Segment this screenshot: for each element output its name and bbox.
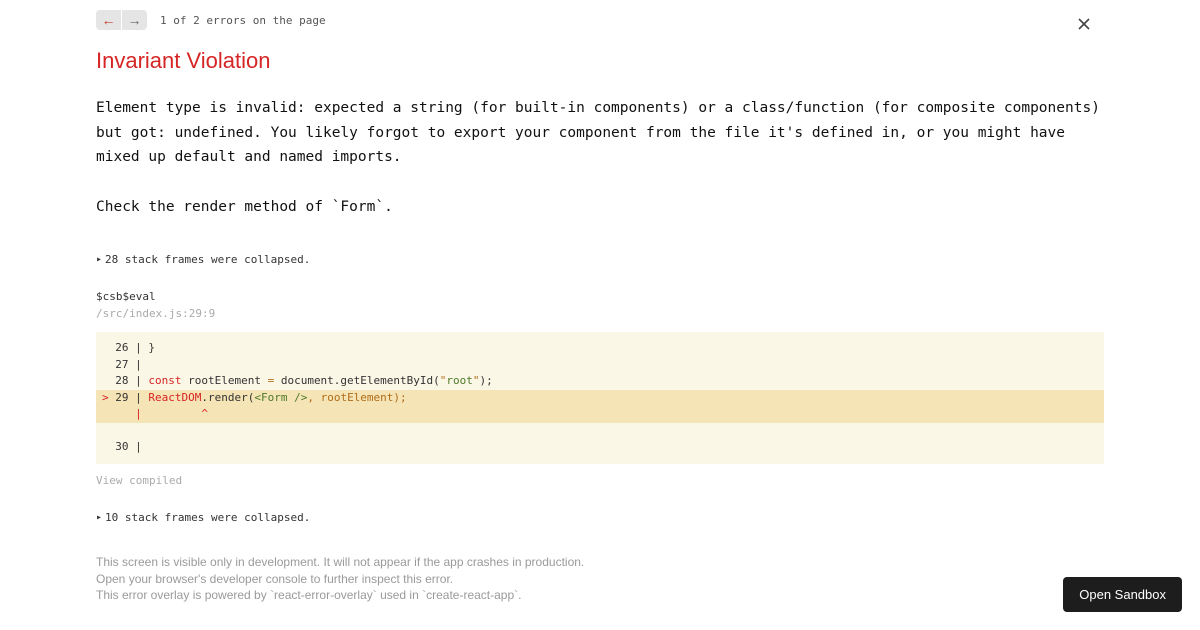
code-preview: 26 | } 27 | 28 | const rootElement = doc… [96, 332, 1104, 464]
footer-line-1: This screen is visible only in developme… [96, 554, 1104, 571]
close-button[interactable] [1074, 14, 1094, 34]
overlay-content: Invariant Violation Element type is inva… [0, 30, 1200, 604]
code-line-29: > 29 | ReactDOM.render(<Form />, rootEle… [96, 390, 1104, 407]
footer-line-3: This error overlay is powered by `react-… [96, 587, 1104, 604]
footer-line-2: Open your browser's developer console to… [96, 571, 1104, 588]
code-line-27: 27 | [102, 358, 148, 371]
open-sandbox-button[interactable]: Open Sandbox [1063, 577, 1182, 612]
stack-frame-function: $csb$eval [96, 290, 1104, 303]
stack-frame-location: /src/index.js:29:9 [96, 307, 1104, 320]
code-caret: | ^ [96, 406, 1104, 423]
collapsed-frames-1[interactable]: 28 stack frames were collapsed. [96, 253, 1104, 266]
error-title: Invariant Violation [96, 48, 1104, 74]
next-error-button[interactable]: → [122, 10, 147, 30]
code-line-28: 28 | const rootElement = document.getEle… [102, 374, 493, 387]
dev-footer-note: This screen is visible only in developme… [96, 554, 1104, 604]
close-icon [1078, 18, 1090, 30]
collapsed-frames-2-text: 10 stack frames were collapsed. [105, 511, 310, 524]
code-line-26: 26 | } [102, 341, 155, 354]
error-overlay: ← → 1 of 2 errors on the page Invariant … [0, 0, 1200, 630]
error-message: Element type is invalid: expected a stri… [96, 96, 1104, 219]
prev-error-button[interactable]: ← [96, 10, 121, 30]
collapsed-frames-2[interactable]: 10 stack frames were collapsed. [96, 511, 1104, 524]
overlay-header: ← → 1 of 2 errors on the page [0, 0, 1200, 30]
collapsed-frames-1-text: 28 stack frames were collapsed. [105, 253, 310, 266]
view-compiled-link[interactable]: View compiled [96, 474, 1104, 487]
error-counter: 1 of 2 errors on the page [160, 14, 326, 27]
code-line-30: 30 | [102, 440, 148, 453]
